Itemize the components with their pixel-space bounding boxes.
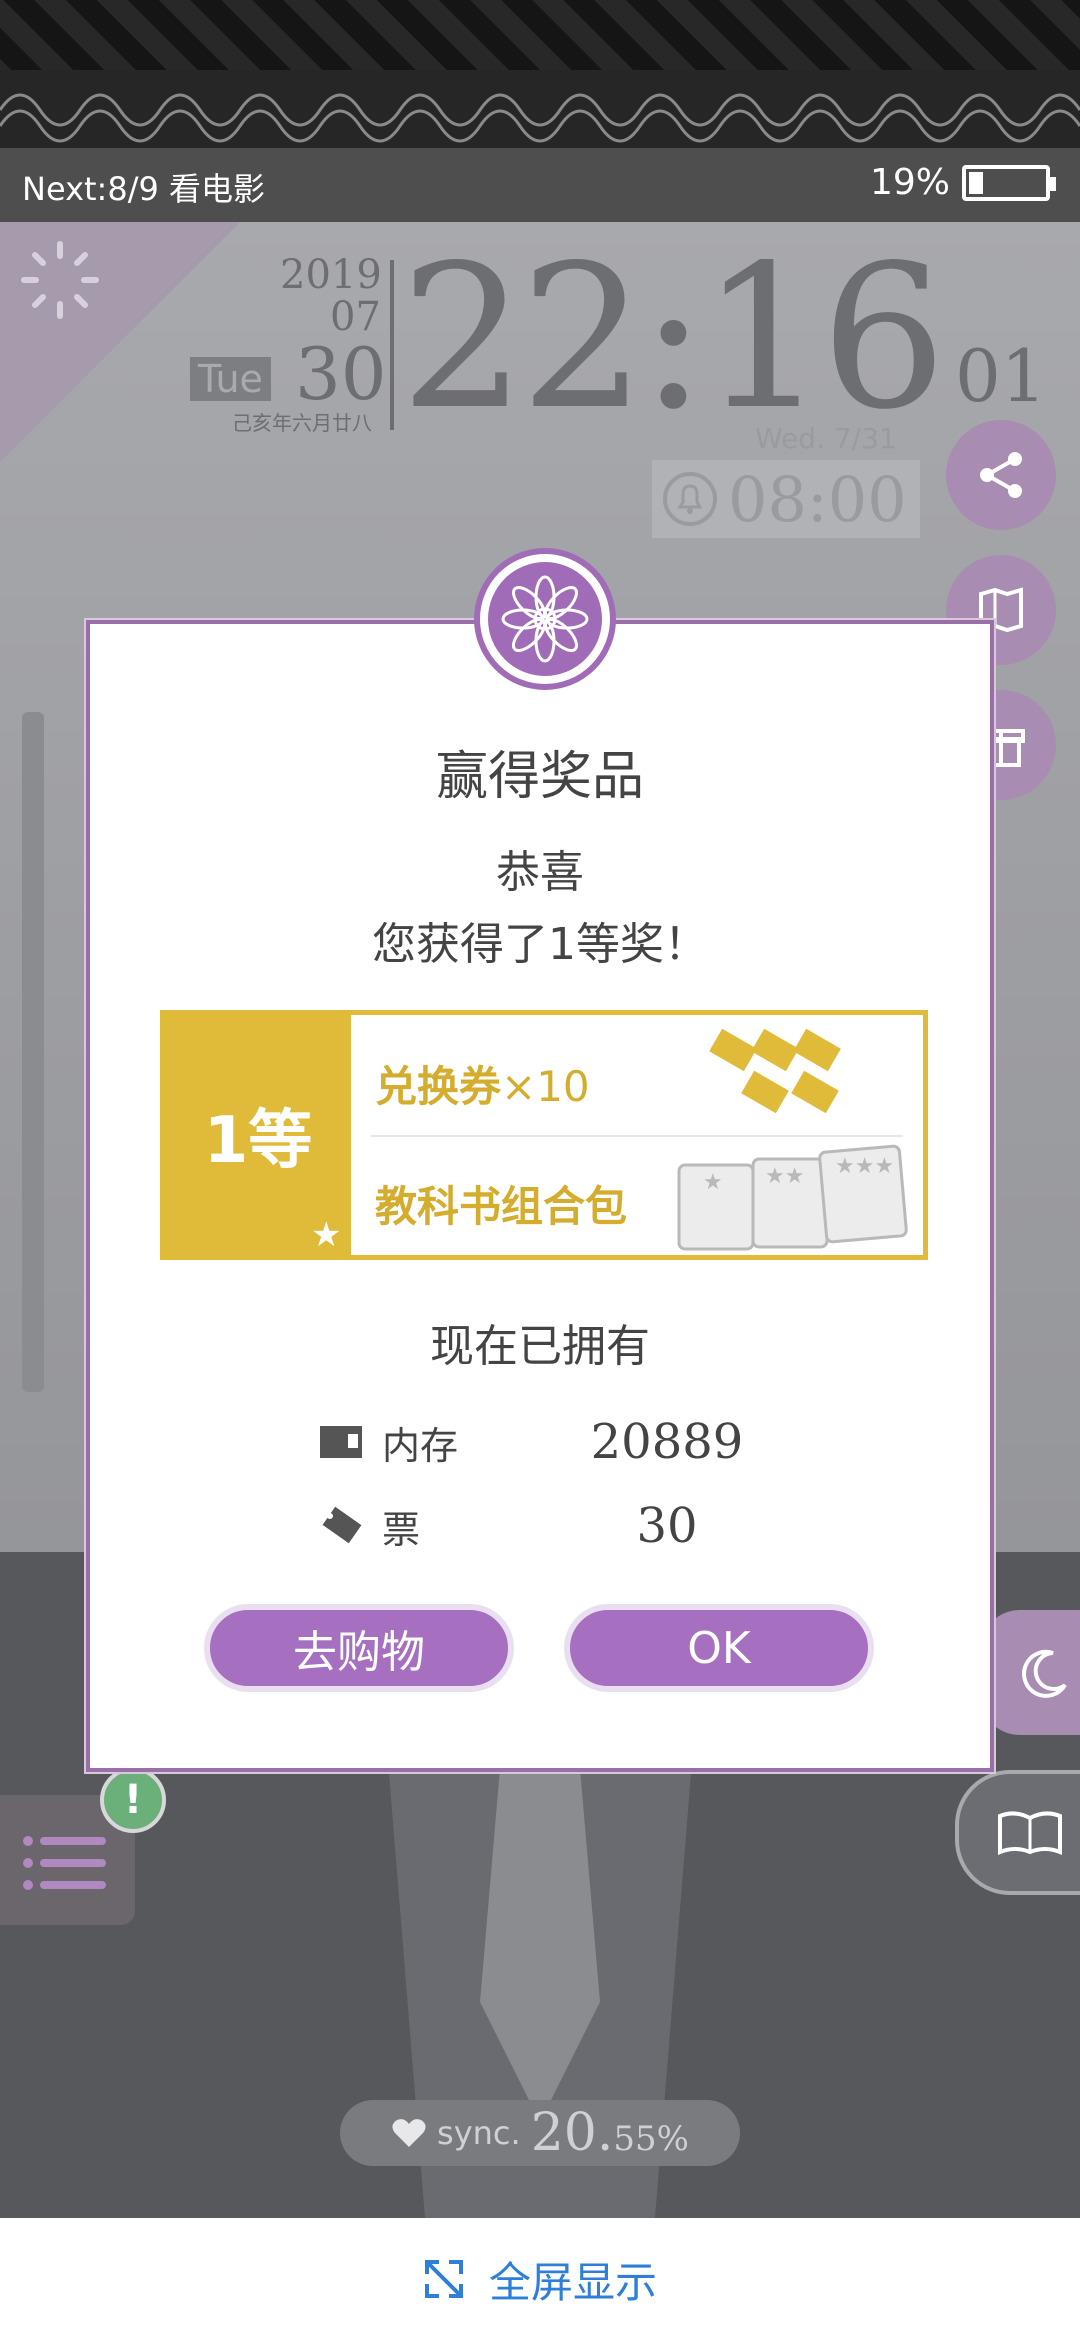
ticket-bundle-icon	[709, 1028, 841, 1114]
lace-banner	[0, 0, 1080, 150]
heart-icon	[392, 2119, 426, 2147]
prize-item-textbook: 教科书组合包	[375, 1182, 628, 1231]
clock-widget: 2019 07 Tue 30 己亥年六月廿八 22:16 01 Wed. 7/3…	[0, 222, 1080, 542]
clock-time: 22:16	[400, 222, 947, 453]
lunar-date: 己亥年六月廿八	[232, 411, 372, 435]
go-shopping-button[interactable]: 去购物	[204, 1604, 514, 1692]
alarm-display[interactable]: 08:00	[652, 460, 920, 538]
prize-dialog: 赢得奖品 恭喜 您获得了1等奖！ 1等 ★ 兑换券×10 教科书组合包 ★ ★★…	[86, 548, 994, 1772]
prize-item-voucher: 兑换券×10	[375, 1062, 590, 1111]
app-screen: Next:8/9 看电影 19% 2019 07 Tue 30 己亥年六月廿八 …	[0, 0, 1080, 2340]
prize-message: 您获得了1等奖！	[372, 919, 708, 970]
owned-row-tickets: 票 30	[318, 1496, 798, 1556]
clock-seconds: 01	[955, 334, 1047, 418]
fullscreen-label: 全屏显示	[488, 2257, 657, 2307]
svg-text:★★★: ★★★	[835, 1154, 894, 1179]
star-icon: ★	[311, 1215, 342, 1255]
clock-divider	[390, 260, 394, 430]
lace-decoration	[0, 70, 1080, 150]
alarm-time: 08:00	[728, 462, 907, 536]
next-alarm-date: Wed. 7/31	[755, 422, 897, 455]
share-icon	[980, 452, 1022, 498]
ok-button[interactable]: OK	[564, 1604, 874, 1692]
ticket-icon	[322, 1506, 362, 1544]
memory-card-icon	[320, 1426, 362, 1458]
owned-row-memory: 内存 20889	[318, 1412, 798, 1472]
story-book-button[interactable]	[955, 1770, 1080, 1895]
clock-weekday: Tue	[190, 357, 271, 401]
share-button[interactable]	[946, 420, 1056, 530]
open-book-icon	[998, 1810, 1062, 1855]
owned-heading: 现在已拥有	[430, 1321, 650, 1372]
textbook-bundle-icon: ★ ★★ ★★★	[677, 1144, 908, 1251]
task-list-button[interactable]: !	[0, 1767, 166, 1925]
clock-year: 2019	[280, 252, 382, 298]
battery-indicator: 19%	[869, 162, 1056, 203]
alert-badge-icon: !	[100, 1767, 166, 1833]
svg-text:★★: ★★	[765, 1164, 804, 1189]
sync-value: 20.55%	[530, 2103, 689, 2163]
prize-card: 1等 ★ 兑换券×10 教科书组合包 ★ ★★ ★★★	[160, 1010, 928, 1260]
list-icon	[23, 1836, 106, 1890]
night-mode-button[interactable]	[980, 1610, 1080, 1735]
congrats-text: 恭喜	[496, 847, 584, 898]
volume-slider[interactable]	[22, 712, 44, 1392]
owned-value: 20889	[590, 1414, 744, 1470]
fullscreen-bar[interactable]: 全屏显示	[0, 2218, 1080, 2340]
next-event-text: Next:8/9 看电影	[22, 170, 266, 208]
battery-icon	[962, 164, 1056, 201]
prize-separator	[371, 1135, 903, 1137]
svg-text:★: ★	[703, 1170, 723, 1195]
owned-name: 内存	[382, 1423, 459, 1468]
owned-name: 票	[382, 1507, 421, 1552]
moon-icon	[1022, 1649, 1067, 1698]
fullscreen-icon	[424, 2260, 463, 2298]
owned-value: 30	[636, 1498, 698, 1554]
alarm-bell-icon	[663, 472, 717, 526]
dialog-title: 赢得奖品	[435, 747, 644, 807]
clock-day: 30	[295, 332, 387, 416]
sync-label: sync.	[437, 2114, 521, 2152]
status-bar: Next:8/9 看电影 19%	[0, 148, 1080, 222]
flower-emblem-icon	[474, 548, 616, 690]
sync-indicator: sync. 20.55%	[340, 2100, 740, 2166]
battery-percent: 19%	[869, 162, 950, 203]
